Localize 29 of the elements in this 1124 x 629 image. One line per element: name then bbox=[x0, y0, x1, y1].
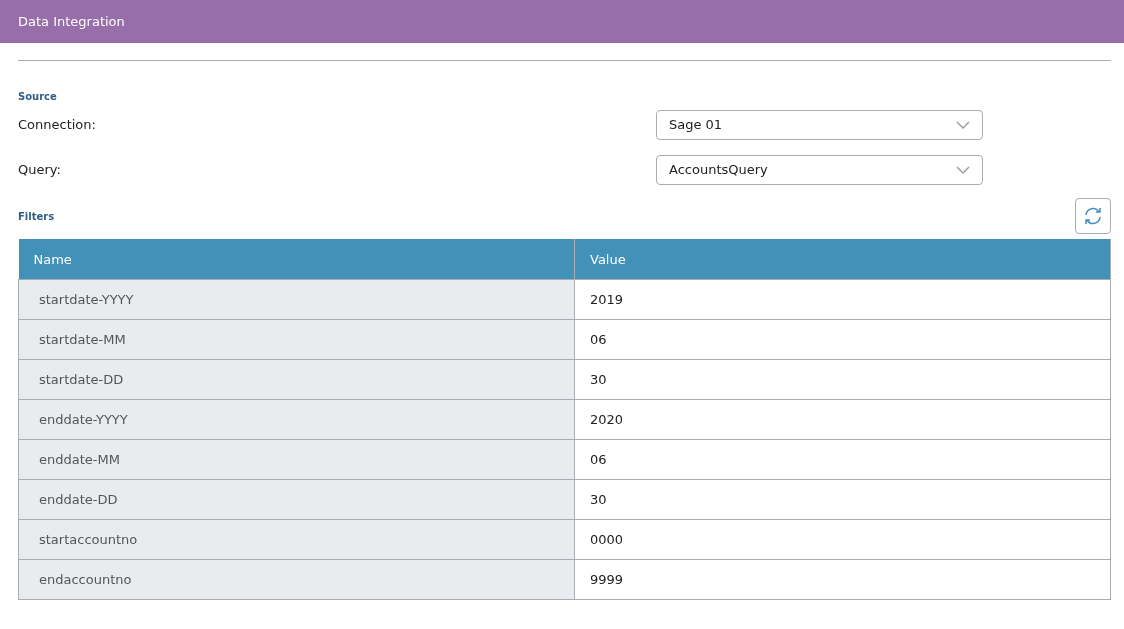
dropdown-select[interactable]: Sage 01 bbox=[656, 109, 983, 140]
chevron-down-icon bbox=[956, 165, 970, 174]
chevron-down-icon bbox=[956, 120, 970, 129]
section-heading: Source bbox=[18, 91, 58, 102]
table-cell: 2019 bbox=[574, 279, 1111, 320]
field-label: Connection: bbox=[18, 117, 97, 132]
dropdown-select[interactable]: AccountsQuery bbox=[656, 154, 983, 185]
table-cell: 06 bbox=[574, 319, 1111, 360]
table-cell: 2020 bbox=[574, 399, 1111, 440]
table-cell: startdate-MM bbox=[18, 319, 575, 360]
table-cell: 06 bbox=[574, 439, 1111, 480]
table-cell: 30 bbox=[574, 479, 1111, 520]
field-label: Query: bbox=[18, 162, 62, 177]
table-cell: startaccountno bbox=[18, 519, 575, 560]
column-header: Name bbox=[18, 239, 575, 280]
header-title: Data Integration bbox=[18, 14, 125, 29]
column-header: Value bbox=[574, 239, 1111, 280]
table-cell: startdate-YYYY bbox=[18, 279, 575, 320]
table-cell: enddate-DD bbox=[18, 479, 575, 520]
table-cell: 9999 bbox=[574, 559, 1111, 600]
table-cell: 30 bbox=[574, 359, 1111, 400]
table-cell: startdate-DD bbox=[18, 359, 575, 400]
table-cell: 0000 bbox=[574, 519, 1111, 560]
refresh-icon bbox=[1083, 207, 1103, 225]
table-cell: enddate-YYYY bbox=[18, 399, 575, 440]
table-cell: endaccountno bbox=[18, 559, 575, 600]
table-cell: enddate-MM bbox=[18, 439, 575, 480]
refresh-button[interactable] bbox=[1075, 198, 1111, 234]
section-heading: Filters bbox=[18, 210, 55, 222]
